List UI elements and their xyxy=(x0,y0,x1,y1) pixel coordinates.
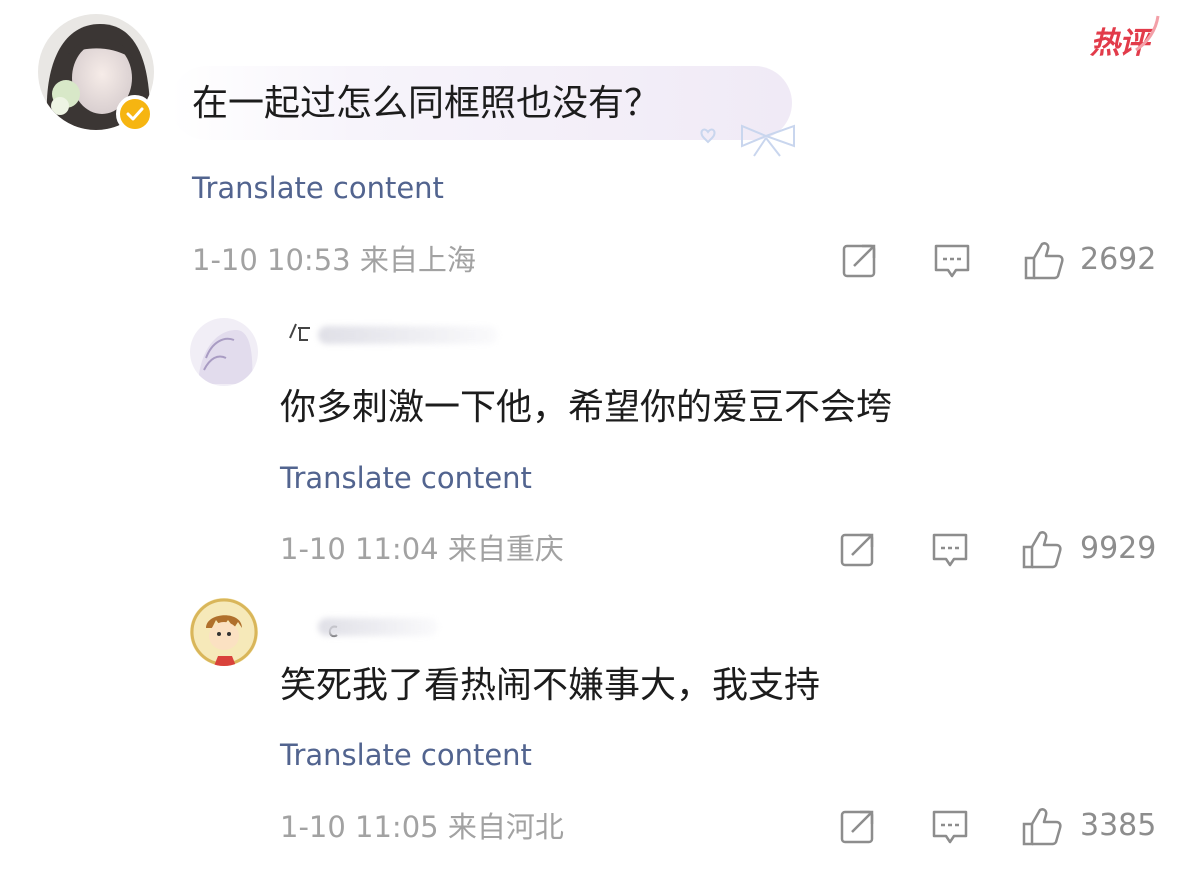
translate-content-link[interactable]: Translate content xyxy=(280,460,532,496)
like-count: 9929 xyxy=(1080,531,1157,566)
share-icon[interactable] xyxy=(838,806,878,846)
thumbs-up-icon[interactable] xyxy=(1020,804,1064,848)
username-glyph xyxy=(289,323,310,341)
reply-text: 你多刺激一下他，希望你的爱豆不会垮 xyxy=(280,387,893,428)
thumbs-up-icon[interactable] xyxy=(1020,527,1064,571)
comment-meta: 1-10 11:04 来自重庆 xyxy=(280,532,564,566)
username-redacted[interactable] xyxy=(318,618,438,636)
bow-decoration-icon xyxy=(700,124,795,157)
username-partial xyxy=(286,320,314,348)
like-count: 2692 xyxy=(1080,242,1157,277)
share-icon[interactable] xyxy=(838,529,878,569)
comment-meta: 1-10 10:53 来自上海 xyxy=(192,243,476,277)
comment-icon[interactable] xyxy=(930,806,970,846)
reply-text: 笑死我了看热闹不嫌事大，我支持 xyxy=(280,665,821,706)
translate-content-link[interactable]: Translate content xyxy=(192,170,444,206)
share-icon[interactable] xyxy=(840,240,880,280)
thumbs-up-icon[interactable] xyxy=(1022,238,1066,282)
comment-icon[interactable] xyxy=(932,240,972,280)
comment-icon[interactable] xyxy=(930,529,970,569)
verified-badge xyxy=(116,95,154,133)
username-redacted[interactable] xyxy=(318,326,498,344)
hot-comment-badge: 热评 xyxy=(1090,15,1160,64)
checkmark-icon xyxy=(126,107,144,121)
main-comment-text: 在一起过怎么同框照也没有？ xyxy=(192,83,661,124)
translate-content-link[interactable]: Translate content xyxy=(280,737,532,773)
flame-swoosh-icon xyxy=(1135,15,1160,52)
reply-avatar[interactable] xyxy=(190,318,258,386)
comment-meta: 1-10 11:05 来自河北 xyxy=(280,810,564,844)
anime-avatar-image xyxy=(190,318,258,386)
cartoon-avatar-image xyxy=(190,598,258,666)
reply-avatar[interactable] xyxy=(190,598,258,666)
like-count: 3385 xyxy=(1080,808,1157,843)
